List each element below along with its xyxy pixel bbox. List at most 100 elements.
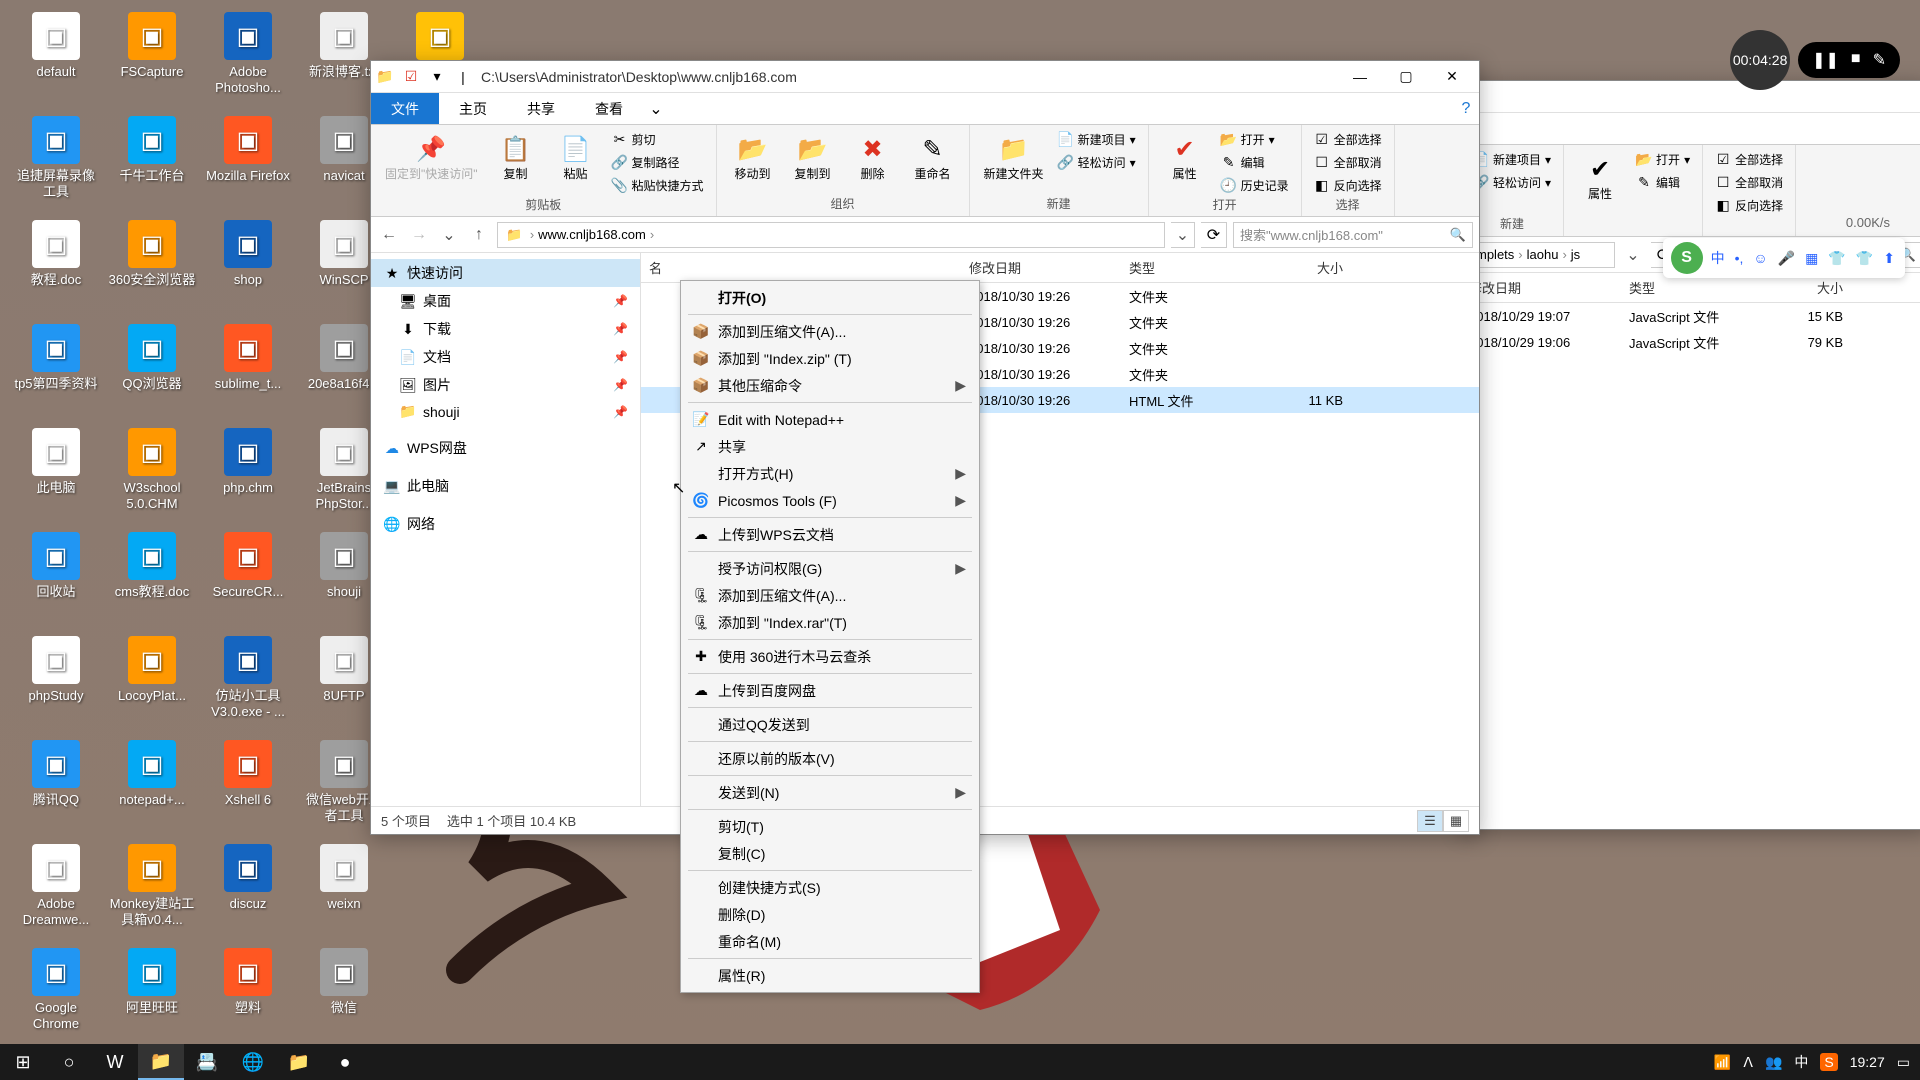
breadcrumb[interactable]: mplets› laohu› js xyxy=(1467,242,1615,268)
sidebar-item-pictures[interactable]: 🖼图片📌 xyxy=(371,371,640,399)
menu-item[interactable]: 📦其他压缩命令▶ xyxy=(684,372,976,399)
desktop-icon[interactable]: ▣追捷屏幕录像工具 xyxy=(8,112,104,212)
menu-item[interactable]: ☁上传到百度网盘 xyxy=(684,677,976,704)
copy-button[interactable]: 📋复制 xyxy=(488,129,544,186)
sidebar-item-documents[interactable]: 📄文档📌 xyxy=(371,343,640,371)
stop-icon[interactable]: ■ xyxy=(1851,50,1861,70)
wifi-icon[interactable]: 📶 xyxy=(1714,1054,1731,1071)
system-tray[interactable]: 📶 ᐱ 👥 中 S 19:27 ▭ xyxy=(1704,1052,1920,1072)
new-item-button[interactable]: 📄新建项目 ▾ xyxy=(1054,129,1140,150)
recent-dropdown[interactable]: ⌄ xyxy=(437,223,461,247)
properties-button[interactable]: ✔属性 xyxy=(1157,129,1213,186)
desktop-icon[interactable]: ▣phpStudy xyxy=(8,632,104,732)
invert-selection-button[interactable]: ◧反向选择 xyxy=(1711,195,1787,216)
menu-item[interactable]: 打开(O) xyxy=(684,284,976,311)
select-all-button[interactable]: ☑全部选择 xyxy=(1310,129,1386,150)
desktop-icon[interactable]: ▣FSCapture xyxy=(104,8,200,108)
menu-item[interactable]: 🗜添加到 "Index.rar"(T) xyxy=(684,609,976,636)
pin-quick-access-button[interactable]: 📌固定到"快速访问" xyxy=(379,129,484,186)
paste-button[interactable]: 📄粘贴 xyxy=(548,129,604,186)
forward-button[interactable]: → xyxy=(407,223,431,247)
tab-view[interactable]: 查看 xyxy=(575,93,643,124)
back-button[interactable]: ← xyxy=(377,223,401,247)
sidebar-item-shouji[interactable]: 📁shouji📌 xyxy=(371,399,640,424)
check-icon[interactable]: ☑ xyxy=(401,67,421,87)
desktop-icon[interactable]: ▣Google Chrome xyxy=(8,944,104,1044)
history-button[interactable]: 🕘历史记录 xyxy=(1217,175,1293,196)
desktop-icon[interactable]: ▣W3school 5.0.CHM xyxy=(104,424,200,524)
desktop-icon[interactable]: ▣塑料 xyxy=(200,944,296,1044)
minimize-button[interactable]: — xyxy=(1337,62,1383,92)
copy-to-button[interactable]: 📂复制到 xyxy=(785,129,841,186)
menu-item[interactable]: 📦添加到 "Index.zip" (T) xyxy=(684,345,976,372)
search-input[interactable]: 搜索"www.cnljb168.com"🔍 xyxy=(1233,222,1473,248)
menu-item[interactable]: 🗜添加到压缩文件(A)... xyxy=(684,582,976,609)
ime-item[interactable]: 👕 xyxy=(1854,248,1875,269)
menu-item[interactable]: 📦添加到压缩文件(A)... xyxy=(684,318,976,345)
ime-logo-icon[interactable]: S xyxy=(1671,242,1703,274)
list-item[interactable]: 2018/10/29 19:06 JavaScript 文件 79 KB xyxy=(1461,329,1920,355)
desktop-icon[interactable]: ▣阿里旺旺 xyxy=(104,944,200,1044)
desktop-icon[interactable]: ▣default xyxy=(8,8,104,108)
menu-item[interactable]: ✚使用 360进行木马云查杀 xyxy=(684,643,976,670)
desktop-icon[interactable]: ▣shop xyxy=(200,216,296,316)
move-to-button[interactable]: 📂移动到 xyxy=(725,129,781,186)
open-button[interactable]: 📂打开 ▾ xyxy=(1217,129,1293,150)
taskbar-app[interactable]: 📇 xyxy=(184,1044,230,1080)
desktop-icon[interactable]: ▣腾讯QQ xyxy=(8,736,104,836)
taskbar-explorer[interactable]: 📁 xyxy=(138,1044,184,1080)
refresh-button[interactable]: ⟳ xyxy=(1201,222,1227,248)
open-button[interactable]: 📂打开 ▾ xyxy=(1632,149,1694,170)
ime-item[interactable]: 中 xyxy=(1709,246,1727,270)
desktop-icon[interactable]: ▣discuz xyxy=(200,840,296,940)
notifications-icon[interactable]: ▭ xyxy=(1897,1054,1910,1071)
sidebar-item-wps[interactable]: ☁WPS网盘 xyxy=(371,434,640,462)
rename-button[interactable]: ✎重命名 xyxy=(905,129,961,186)
menu-item[interactable]: ☁上传到WPS云文档 xyxy=(684,521,976,548)
ime-toolbar[interactable]: S 中•,☺🎤▦👕👕⬆ xyxy=(1663,238,1905,278)
edit-button[interactable]: ✎编辑 xyxy=(1632,172,1694,193)
menu-item[interactable]: ↗共享 xyxy=(684,433,976,460)
maximize-button[interactable]: ▢ xyxy=(1383,62,1429,92)
desktop-icon[interactable]: ▣Monkey建站工具箱v0.4... xyxy=(104,840,200,940)
menu-item[interactable]: 授予访问权限(G)▶ xyxy=(684,555,976,582)
taskbar-app[interactable]: ● xyxy=(322,1044,368,1080)
desktop-icon[interactable]: ▣Adobe Dreamwe... xyxy=(8,840,104,940)
new-item-button[interactable]: 📄新建项目 ▾ xyxy=(1469,149,1555,170)
ribbon-collapse-icon[interactable]: ⌄ xyxy=(643,93,669,124)
desktop-icon[interactable]: ▣此电脑 xyxy=(8,424,104,524)
new-folder-button[interactable]: 📁新建文件夹 xyxy=(978,129,1050,186)
tab-share[interactable]: 共享 xyxy=(507,93,575,124)
menu-item[interactable]: 剪切(T) xyxy=(684,813,976,840)
tab-home[interactable]: 主页 xyxy=(439,93,507,124)
ime-indicator[interactable]: 中 xyxy=(1794,1052,1808,1072)
menu-item[interactable]: 通过QQ发送到 xyxy=(684,711,976,738)
cut-button[interactable]: ✂剪切 xyxy=(608,129,708,150)
sidebar-item-downloads[interactable]: ⬇下载📌 xyxy=(371,315,640,343)
desktop-icon[interactable]: ▣sublime_t... xyxy=(200,320,296,420)
desktop-icon[interactable]: ▣Xshell 6 xyxy=(200,736,296,836)
pause-icon[interactable]: ❚❚ xyxy=(1812,50,1839,70)
ime-item[interactable]: 🎤 xyxy=(1776,248,1797,269)
desktop-icon[interactable]: ▣QQ浏览器 xyxy=(104,320,200,420)
start-button[interactable]: ⊞ xyxy=(0,1044,46,1080)
view-icons-button[interactable]: ▦ xyxy=(1443,810,1469,832)
sidebar-item-this-pc[interactable]: 💻此电脑 xyxy=(371,472,640,500)
close-button[interactable]: ✕ xyxy=(1429,62,1475,92)
sidebar-item-desktop[interactable]: 🖥桌面📌 xyxy=(371,287,640,315)
desktop-icon[interactable]: ▣tp5第四季资料 xyxy=(8,320,104,420)
clock[interactable]: 19:27 xyxy=(1850,1054,1885,1070)
help-icon[interactable]: ? xyxy=(1453,93,1479,124)
sidebar-item-network[interactable]: 🌐网络 xyxy=(371,510,640,538)
menu-item[interactable]: 打开方式(H)▶ xyxy=(684,460,976,487)
paste-shortcut-button[interactable]: 📎粘贴快捷方式 xyxy=(608,175,708,196)
ime-item[interactable]: ▦ xyxy=(1803,248,1820,269)
up-button[interactable]: ↑ xyxy=(467,223,491,247)
desktop-icon[interactable]: ▣php.chm xyxy=(200,424,296,524)
desktop-icon[interactable]: ▣SecureCR... xyxy=(200,528,296,628)
properties-button[interactable]: ✔属性 xyxy=(1572,149,1628,206)
list-item[interactable]: 2018/10/29 19:07 JavaScript 文件 15 KB xyxy=(1461,303,1920,329)
taskbar-app[interactable]: W xyxy=(92,1044,138,1080)
desktop-icon[interactable]: ▣weixn xyxy=(296,840,392,940)
desktop-icon[interactable]: ▣Adobe Photosho... xyxy=(200,8,296,108)
